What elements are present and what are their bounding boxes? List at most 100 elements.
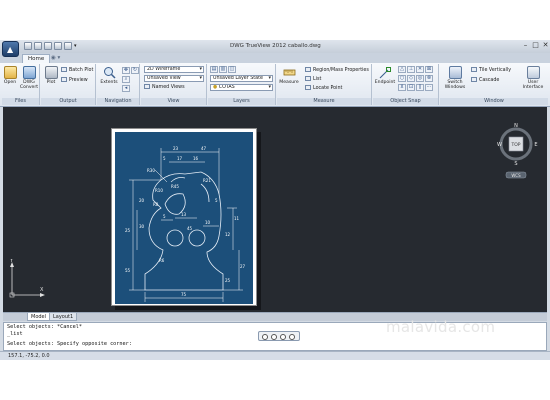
pan-icon[interactable]: ✥	[122, 67, 130, 74]
node-snap-icon[interactable]: ⊗	[425, 75, 433, 82]
viewcube[interactable]: TOP N S E W WCS	[496, 115, 544, 179]
dim-label: 13	[181, 212, 187, 217]
drawing-canvas[interactable]: 23 47 5 17 16 R30 R21 R10 R8 R45 13 25 3…	[3, 107, 547, 312]
tile-vertically-button[interactable]: Tile Vertically	[471, 67, 511, 74]
quick-access-dropdown-icon[interactable]: ▾	[74, 42, 80, 50]
measure-button[interactable]: Measure	[278, 66, 300, 85]
compass-east-label[interactable]: E	[534, 142, 537, 148]
orbit-icon[interactable]: ↻	[131, 67, 139, 74]
layer-state-icon[interactable]: ▥	[219, 66, 227, 73]
redo-quick-icon[interactable]	[64, 42, 72, 50]
object-snap-panel-title: Object Snap	[373, 98, 438, 105]
center-snap-icon[interactable]: ○	[398, 75, 406, 82]
zoom-window-icon[interactable]: ⌕	[122, 76, 130, 83]
layer-properties-icon[interactable]: ▤	[210, 66, 218, 73]
application-window: ▲ ▾ DWG TrueView 2012 caballo.dwg – □ ✕ …	[0, 40, 550, 360]
layers-panel: ▤ ▥ ◫ Unsaved Layer State ● COTAS Layers	[208, 64, 276, 105]
dim-label: 27	[240, 264, 246, 269]
dim-label: 45	[187, 226, 193, 231]
preview-icon	[61, 77, 67, 82]
zoom-tool-icon[interactable]	[280, 334, 286, 340]
ucs-x-label: X	[40, 287, 44, 293]
endpoint-snap-icon	[379, 66, 392, 79]
dim-label: 5	[163, 156, 166, 161]
region-icon	[305, 67, 311, 72]
layer-state-value: Unsaved Layer State	[213, 76, 263, 81]
tangent-snap-icon[interactable]: ◎	[416, 75, 424, 82]
list-icon	[305, 76, 311, 81]
switch-windows-button[interactable]: Switch Windows	[443, 66, 467, 90]
tab-model[interactable]: Model	[27, 313, 51, 321]
orbit-tool-icon[interactable]	[289, 334, 295, 340]
dim-label: 10	[205, 220, 211, 225]
minimize-button[interactable]: –	[521, 42, 530, 50]
nearest-snap-icon[interactable]: ⊻	[398, 84, 406, 91]
plot-button[interactable]: Plot	[44, 66, 58, 85]
current-layer-select[interactable]: ● COTAS	[210, 84, 273, 91]
user-interface-button[interactable]: User Interface	[520, 66, 546, 90]
layer-state-select[interactable]: Unsaved Layer State	[210, 75, 273, 82]
batch-plot-icon	[61, 67, 67, 72]
preview-button[interactable]: Preview	[61, 77, 88, 84]
pan-tool-icon[interactable]	[271, 334, 277, 340]
close-button[interactable]: ✕	[541, 42, 550, 50]
layer-manager-icon[interactable]: ◫	[228, 66, 236, 73]
endpoint-label: Endpoint	[374, 80, 396, 85]
apparent-intersection-icon[interactable]: ⊠	[425, 66, 433, 73]
compass-north-label[interactable]: N	[514, 123, 518, 129]
dim-label: 16	[193, 156, 199, 161]
visual-style-value: 2D Wireframe	[147, 67, 181, 72]
undo-quick-icon[interactable]	[54, 42, 62, 50]
perpendicular-snap-icon[interactable]: ⊥	[407, 66, 415, 73]
extents-button[interactable]: Extents	[99, 66, 119, 85]
saved-view-select[interactable]: Unsaved View	[144, 75, 204, 82]
app-menu-button[interactable]: ▲	[2, 41, 19, 57]
compass-west-label[interactable]: W	[497, 142, 502, 148]
files-panel: Open DWG Convert Files	[2, 64, 40, 105]
visual-style-select[interactable]: 2D Wireframe	[144, 66, 204, 73]
region-mass-properties-button[interactable]: Region/Mass Properties	[305, 67, 369, 74]
status-bar: 157.1, -75.2, 0.0	[0, 351, 550, 360]
batch-plot-button[interactable]: Batch Plot	[61, 67, 93, 74]
print-quick-icon[interactable]	[44, 42, 52, 50]
save-quick-icon[interactable]	[34, 42, 42, 50]
dim-label: R45	[171, 184, 179, 189]
dim-label: R21	[203, 178, 211, 183]
steering-wheel-icon[interactable]	[262, 334, 268, 340]
dim-label: 5	[215, 198, 218, 203]
intersection-snap-icon[interactable]: ✕	[416, 66, 424, 73]
ruler-icon	[283, 66, 296, 79]
named-views-button[interactable]: Named Views	[144, 84, 185, 91]
plot-label: Plot	[46, 80, 56, 85]
open-quick-icon[interactable]	[24, 42, 32, 50]
dim-label: 17	[177, 156, 183, 161]
maximize-button[interactable]: □	[531, 42, 540, 50]
navigation-panel: Extents ✥ ↻ ⌕ ◂ Navigation	[97, 64, 140, 105]
wcs-menu[interactable]: WCS	[511, 173, 521, 178]
extension-snap-icon[interactable]: ∥	[416, 84, 424, 91]
output-panel-title: Output	[41, 98, 95, 105]
quadrant-snap-icon[interactable]: ◇	[407, 75, 415, 82]
cascade-button[interactable]: Cascade	[471, 77, 499, 84]
compass-south-label[interactable]: S	[514, 161, 517, 167]
coordinate-readout: 157.1, -75.2, 0.0	[8, 353, 50, 359]
tab-options[interactable]: ◉ ▾	[46, 54, 65, 63]
insertion-snap-icon[interactable]: ⊡	[407, 84, 415, 91]
user-interface-label: User Interface	[522, 80, 544, 90]
dim-label: 25	[225, 278, 231, 283]
batch-plot-label: Batch Plot	[69, 68, 94, 73]
object-snap-panel: Endpoint △ ⊥ ✕ ⊠ ○ ◇ ◎ ⊗ ⊻ ⊡ ∥ ⋯ Object …	[373, 64, 439, 105]
dim-label: R10	[155, 188, 163, 193]
snap-settings-icon[interactable]: ⋯	[425, 84, 433, 91]
switch-windows-label: Switch Windows	[444, 80, 466, 90]
list-button[interactable]: List	[305, 76, 321, 83]
midpoint-snap-icon[interactable]: △	[398, 66, 406, 73]
tab-layout1[interactable]: Layout1	[49, 313, 78, 321]
dwg-convert-button[interactable]: DWG Convert	[19, 66, 39, 90]
endpoint-button[interactable]: Endpoint	[374, 66, 396, 85]
open-button[interactable]: Open	[3, 66, 17, 85]
locate-point-button[interactable]: Locate Point	[305, 85, 342, 92]
dim-label: R8	[153, 202, 159, 207]
zoom-previous-icon[interactable]: ◂	[122, 85, 130, 92]
dim-label: R6	[159, 258, 165, 263]
